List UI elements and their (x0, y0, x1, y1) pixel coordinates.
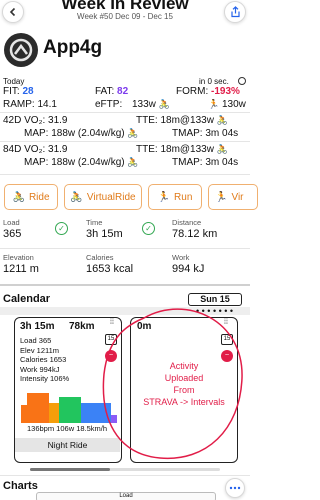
time-label: Time (86, 218, 103, 227)
charts-title: Charts (3, 480, 38, 492)
d84-tmap: TMAP: 3m 04s (172, 157, 239, 168)
tab-virtualride[interactable]: 🚴 VirtualRide (64, 184, 142, 210)
check-icon: ✓ (142, 222, 155, 235)
divider (0, 174, 250, 175)
ramp-metric: RAMP: 14.1 (3, 99, 57, 110)
load-value: 365 (3, 228, 22, 240)
calories-label: Calories (86, 253, 114, 262)
run-icon: 🏃 (215, 191, 228, 203)
run-icon: 🏃 (157, 191, 171, 203)
elevation-label: Elevation (3, 253, 34, 262)
fat-metric: FAT: 82 (95, 86, 129, 97)
more-icon (229, 486, 241, 490)
eftp-run: 🏃 130w (208, 99, 246, 110)
avatar[interactable] (4, 33, 38, 67)
card-line: Load 365 (20, 336, 52, 345)
work-label: Work (172, 253, 190, 262)
run-icon: 🏃 (208, 99, 220, 109)
calendar-title: Calendar (3, 293, 51, 305)
card-line: Intensity 106% (20, 374, 70, 383)
eftp-metric: eFTP: (95, 99, 123, 110)
bike-icon: 🚴 (127, 157, 139, 167)
intervals-logo-icon (9, 38, 33, 62)
bike-icon: 🚴 (70, 191, 83, 203)
card-line: Calories 1653 (20, 355, 67, 364)
clock-icon (238, 77, 246, 85)
d42-map: MAP: 188w (2.04w/kg) 🚴 (24, 128, 139, 139)
tab-run[interactable]: 🏃 Run (148, 184, 202, 210)
load-label: Load (3, 218, 20, 227)
d84-vo2: 84D VO₂: 31.9 (3, 144, 68, 155)
divider (0, 284, 250, 286)
annotation-text: Activity Uploaded From STRAVA -> Interva… (143, 361, 225, 407)
divider (0, 248, 250, 249)
d42-tmap: TMAP: 3m 04s (172, 128, 239, 139)
d84-map: MAP: 188w (2.04w/kg) 🚴 (24, 157, 139, 168)
card-line: Elev 1211m (20, 345, 60, 355)
bike-icon: 🚴 (158, 99, 170, 109)
scroll-indicator (30, 468, 220, 471)
check-icon: ✓ (55, 222, 68, 235)
time-value: 3h 15m (86, 228, 123, 240)
zone-bar (27, 393, 49, 423)
bike-icon: 🚴 (12, 191, 25, 203)
more-button[interactable] (225, 478, 245, 498)
d42-tte: TTE: 18m@133w 🚴 (136, 115, 228, 126)
bike-icon: 🚴 (216, 144, 228, 154)
divider (0, 141, 250, 142)
chart-preview: Load (36, 492, 216, 500)
distance-label: Distance (172, 218, 202, 227)
d42-vo2: 42D VO₂: 31.9 (3, 115, 68, 126)
card-duration: 3h 15m (20, 321, 55, 332)
tab-virtualrun[interactable]: 🏃 Vir (208, 184, 258, 210)
form-metric: FORM: -193% (176, 86, 240, 97)
eftp-ride: 133w 🚴 (132, 99, 170, 110)
week-range: Week #50 Dec 09 - Dec 15 (77, 12, 173, 21)
elevation-value: 1211 m (3, 263, 39, 275)
today-label: Today (3, 77, 25, 86)
fit-metric: FIT: 28 (3, 86, 34, 97)
tab-ride[interactable]: 🚴 Ride (4, 184, 58, 210)
athlete-name: App4g (43, 37, 103, 58)
card-distance: 78km (69, 321, 95, 332)
updated-time: in 0 sec. (199, 77, 229, 86)
bike-icon: 🚴 (127, 128, 139, 138)
bike-icon: 🚴 (216, 115, 228, 125)
card-line: Work 994kJ (20, 364, 60, 374)
distance-value: 78.12 km (172, 228, 218, 240)
share-button[interactable] (224, 1, 246, 23)
divider (0, 475, 250, 476)
calories-value: 1653 kcal (86, 263, 134, 275)
zone-bar (49, 403, 59, 423)
divider (0, 112, 250, 113)
share-icon (230, 6, 240, 18)
d84-tte: TTE: 18m@133w 🚴 (136, 144, 228, 155)
activity-type-tabs: 🚴 Ride 🚴 VirtualRide 🏃 Run 🏃 Vir (0, 184, 258, 210)
zone-bar (59, 397, 81, 423)
work-value: 994 kJ (172, 263, 205, 275)
